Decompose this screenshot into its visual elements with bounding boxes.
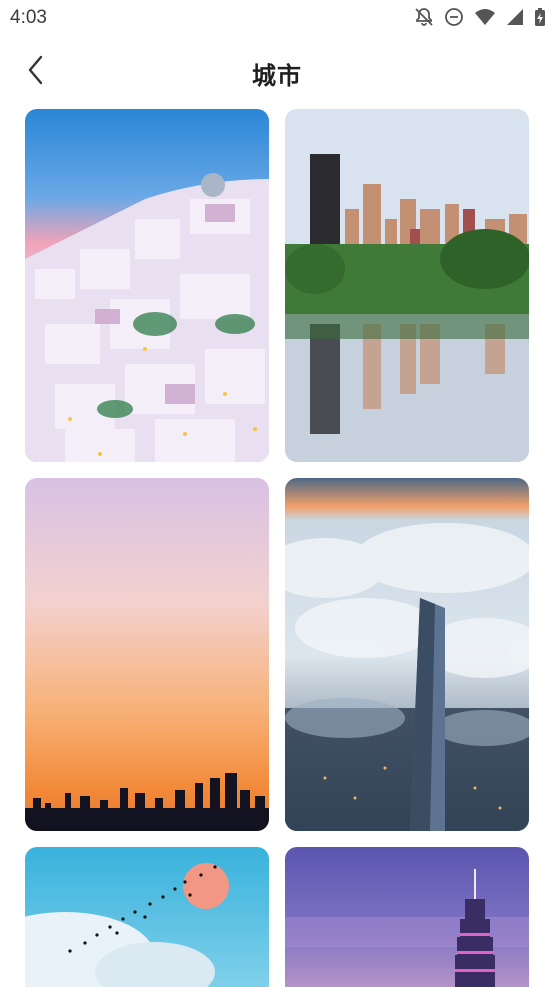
santorini-image xyxy=(25,109,269,462)
wifi-icon xyxy=(474,7,496,27)
page-title: 城市 xyxy=(252,62,302,90)
wallpaper-card-taipei-101[interactable] xyxy=(285,847,529,987)
battery-charging-icon xyxy=(534,7,546,27)
notifications-off-icon xyxy=(414,7,434,27)
wallpaper-card-shanghai-clouds[interactable] xyxy=(285,478,529,831)
header: 城市 xyxy=(0,48,554,96)
do-not-disturb-icon xyxy=(444,7,464,27)
status-time: 4:03 xyxy=(10,7,47,28)
taipei-101-image xyxy=(285,847,529,987)
sunset-skyline-image xyxy=(25,478,269,831)
wallpaper-card-sunset-skyline[interactable] xyxy=(25,478,269,831)
status-icons xyxy=(414,7,546,27)
chicago-reflection-image xyxy=(285,109,529,462)
wallpaper-card-chicago-reflection[interactable] xyxy=(285,109,529,462)
birds-sun-image xyxy=(25,847,269,987)
status-bar: 4:03 xyxy=(0,0,554,38)
wallpaper-card-birds-sun[interactable] xyxy=(25,847,269,987)
shanghai-clouds-image xyxy=(285,478,529,831)
cell-signal-icon xyxy=(506,7,524,27)
wallpaper-card-santorini[interactable] xyxy=(25,109,269,462)
